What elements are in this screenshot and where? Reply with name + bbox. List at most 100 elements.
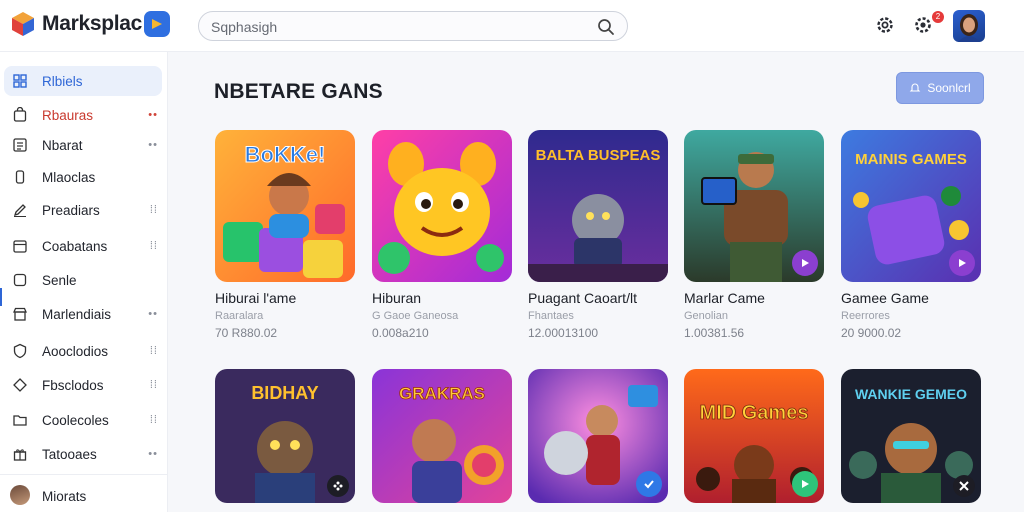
game-stats: 0.008a210: [372, 326, 429, 340]
game-genre: Genolian: [684, 310, 729, 322]
sidebar-item-coabatans[interactable]: Coabatans ⁞⁞: [4, 231, 162, 261]
sidebar-item-label: Senle: [42, 272, 77, 288]
more-options-icon[interactable]: ••: [148, 109, 158, 121]
sidebar-item-coolecoles[interactable]: Coolecoles ⁞⁞: [4, 405, 162, 435]
game-thumbnail[interactable]: [528, 369, 668, 503]
drag-handle-icon[interactable]: ⁞⁞: [150, 345, 158, 357]
account-avatar: [10, 485, 30, 505]
gift-icon: [13, 449, 27, 461]
sidebar-item-label: Tatooaes: [42, 446, 97, 462]
store-icon: [13, 307, 27, 321]
game-stats: 20 9000.02: [841, 326, 902, 340]
gear-icon[interactable]: [912, 14, 934, 36]
device-icon: [15, 170, 25, 184]
bell-icon: [909, 83, 921, 92]
drag-handle-icon[interactable]: ⁞⁞: [150, 414, 158, 426]
sidebar-item-mlaoclas[interactable]: Mlaoclas: [4, 162, 162, 192]
game-art-title: MAINIS GAMES: [855, 151, 967, 168]
sidebar: Rlbiels Rbauras •• Nbarat •• Mlaoclas Pr…: [0, 52, 168, 512]
game-genre: G Gaoe Ganeosa: [372, 310, 459, 322]
game-thumbnail[interactable]: MAINIS GAMES: [841, 130, 981, 282]
more-options-icon[interactable]: ••: [148, 308, 158, 320]
game-art-title: MID Games: [700, 402, 809, 424]
game-art-image: GRAKRAS: [372, 369, 512, 503]
sidebar-item-rbauras[interactable]: Rbauras ••: [4, 100, 162, 130]
sidebar-item-label: Aooclodios: [42, 343, 109, 359]
game-stats: 12.00013100: [528, 326, 599, 340]
cube-logo-icon: [12, 12, 34, 36]
sidebar-item-fbsclodos[interactable]: Fbsclodos ⁞⁞: [4, 370, 162, 400]
cta-label: Soonlcrl: [927, 81, 971, 95]
sidebar-item-senle[interactable]: Senle: [4, 265, 162, 295]
more-options-icon[interactable]: ••: [148, 448, 158, 460]
sidebar-scroll-marker: [0, 288, 2, 306]
game-art-title: WANKIE GEMEO: [855, 386, 967, 402]
list-icon: [13, 138, 27, 152]
app-logo[interactable]: Marksplac: [10, 10, 171, 38]
main-content: NBETARE GANS Soonlcrl BoKKe! Hiburai l'a…: [168, 52, 1024, 512]
sidebar-item-label: Coolecoles: [42, 412, 109, 428]
drag-handle-icon[interactable]: ⁞⁞: [150, 240, 158, 252]
page-title: NBETARE GANS: [214, 80, 383, 103]
game-art-title: GRAKRAS: [399, 384, 485, 403]
sidebar-item-label: Nbarat: [42, 137, 83, 153]
game-thumbnail[interactable]: MID Games: [684, 369, 824, 503]
sidebar-item-marlendiais[interactable]: Marlendiais ••: [4, 299, 162, 329]
drag-handle-icon[interactable]: ⁞⁞: [150, 379, 158, 391]
game-title: Marlar Came: [684, 290, 765, 306]
game-thumbnail[interactable]: BIDHAY: [215, 369, 355, 503]
pencil-icon: [13, 204, 26, 217]
game-thumbnail[interactable]: BoKKe!: [215, 130, 355, 282]
sidebar-footer-account[interactable]: Miorats: [0, 474, 168, 512]
shield-icon: [13, 343, 27, 359]
play-badge-icon[interactable]: [792, 471, 818, 497]
game-thumbnail[interactable]: GRAKRAS: [372, 369, 512, 503]
game-thumbnail[interactable]: BALTA BUSPEAS: [528, 130, 668, 282]
play-badge-icon[interactable]: [949, 250, 975, 276]
tools-badge-icon[interactable]: [953, 475, 975, 497]
sidebar-item-label: Mlaoclas: [42, 169, 96, 185]
controller-badge-icon[interactable]: [327, 475, 349, 497]
sidebar-item-tatooaes[interactable]: Tatooaes ••: [4, 439, 162, 469]
game-thumbnail[interactable]: WANKIE GEMEO: [841, 369, 981, 503]
app-name: Marksplac: [42, 12, 143, 35]
notification-badge: 2: [932, 11, 944, 23]
square-icon: [13, 273, 27, 287]
game-genre: Raaralara: [215, 310, 264, 322]
play-badge-icon[interactable]: [792, 250, 818, 276]
sidebar-item-label: Rlbiels: [42, 73, 83, 89]
bag-icon: [13, 107, 27, 122]
more-options-icon[interactable]: ••: [148, 139, 158, 151]
search-icon[interactable]: [597, 18, 615, 36]
user-portrait-icon: [958, 14, 980, 42]
sidebar-item-label: Preadiars: [42, 202, 100, 218]
game-thumbnail[interactable]: [684, 130, 824, 282]
search-bar[interactable]: [198, 11, 628, 41]
settings-icon[interactable]: [874, 14, 896, 36]
game-stats: 1.00381.56: [684, 326, 745, 340]
sidebar-item-aooclodios[interactable]: Aooclodios ⁞⁞: [4, 336, 162, 366]
game-thumbnail[interactable]: [372, 130, 512, 282]
drag-handle-icon[interactable]: ⁞⁞: [150, 204, 158, 216]
game-art-image: BALTA BUSPEAS: [528, 130, 668, 282]
sidebar-item-label: Rbauras: [42, 107, 94, 123]
game-art-title: BIDHAY: [251, 383, 318, 403]
game-art-title: BoKKe!: [245, 142, 326, 167]
game-genre: Fhantaes: [528, 310, 574, 322]
grid-icon: [13, 74, 27, 88]
game-art-image: BoKKe!: [215, 130, 355, 282]
sidebar-item-nbarat[interactable]: Nbarat ••: [4, 130, 162, 160]
sidebar-item-rlbiels[interactable]: Rlbiels: [4, 66, 162, 96]
sidebar-item-preadiars[interactable]: Preadiars ⁞⁞: [4, 195, 162, 225]
game-stats: 70 R880.02: [215, 326, 278, 340]
search-input[interactable]: [211, 17, 591, 36]
sidebar-item-label: Coabatans: [42, 238, 108, 254]
game-art-title: BALTA BUSPEAS: [536, 147, 661, 164]
soonlcrl-button[interactable]: Soonlcrl: [896, 72, 984, 104]
game-title: Gamee Game: [841, 290, 929, 306]
user-avatar[interactable]: [953, 10, 985, 42]
diamond-icon: [13, 378, 27, 392]
verified-check-icon[interactable]: [636, 471, 662, 497]
folder-icon: [13, 415, 27, 426]
game-title: Hiburan: [372, 290, 422, 306]
